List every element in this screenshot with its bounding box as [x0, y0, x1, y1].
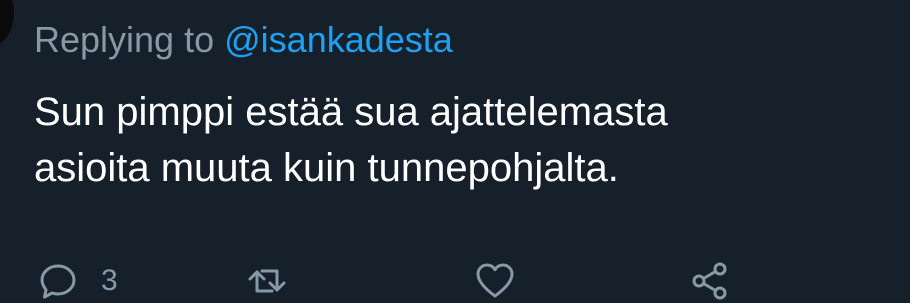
share-button[interactable] [689, 258, 731, 303]
reply-icon [37, 260, 79, 302]
tweet-actions: 3 [0, 258, 910, 303]
retweet-button[interactable] [246, 258, 288, 303]
replying-to-label: Replying to [34, 19, 215, 60]
retweet-icon [246, 260, 288, 302]
reply-button[interactable]: 3 [37, 258, 118, 303]
reply-count: 3 [101, 263, 118, 297]
heart-icon [474, 260, 516, 302]
replying-to: Replying to @isankadesta [34, 18, 453, 62]
tweet-text: Sun pimppi estää sua ajattelemasta asioi… [34, 90, 668, 190]
cropped-previous-content [300, 0, 450, 4]
share-icon [689, 260, 731, 302]
replying-to-handle[interactable]: @isankadesta [224, 19, 453, 60]
like-button[interactable] [474, 258, 516, 303]
avatar[interactable] [0, 0, 14, 46]
